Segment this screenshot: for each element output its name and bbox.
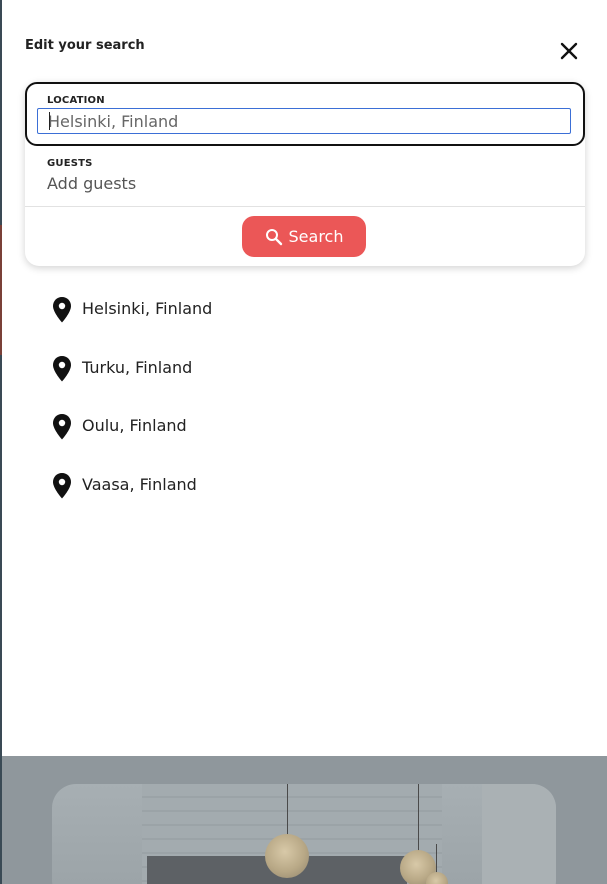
suggestion-item-helsinki[interactable]: Helsinki, Finland <box>50 296 550 355</box>
photo-cabinet <box>482 784 556 884</box>
location-pin-icon <box>50 472 74 500</box>
edit-search-drawer: Edit your search LOCATION GUESTS Add gue… <box>2 0 607 756</box>
location-field[interactable]: LOCATION <box>25 82 585 146</box>
search-icon <box>265 228 282 245</box>
search-button-label: Search <box>288 227 344 246</box>
suggestion-item-turku[interactable]: Turku, Finland <box>50 355 550 414</box>
photo-pendant-lamp <box>426 872 448 884</box>
page-overlay[interactable] <box>2 756 607 884</box>
search-button[interactable]: Search <box>242 216 366 257</box>
suggestion-label: Oulu, Finland <box>82 416 187 436</box>
suggestion-label: Turku, Finland <box>82 357 193 377</box>
close-icon <box>560 42 578 60</box>
photo-pendant-lamp <box>265 834 309 878</box>
location-pin-icon <box>50 296 74 324</box>
photo-lamp-cord <box>287 784 288 836</box>
guests-label: GUESTS <box>47 158 93 169</box>
drawer-title: Edit your search <box>25 38 145 53</box>
suggestion-item-vaasa[interactable]: Vaasa, Finland <box>50 472 550 531</box>
photo-lamp-cord <box>436 844 437 874</box>
suggestion-label: Vaasa, Finland <box>82 475 197 495</box>
location-suggestions: Helsinki, Finland Turku, Finland Oulu, F… <box>50 296 550 531</box>
guests-field[interactable]: Add guests <box>47 174 136 193</box>
suggestion-item-oulu[interactable]: Oulu, Finland <box>50 413 550 472</box>
app-frame: Edit your search LOCATION GUESTS Add gue… <box>0 0 607 884</box>
location-pin-icon <box>50 413 74 441</box>
search-form-card: LOCATION GUESTS Add guests Search <box>25 82 585 266</box>
room-photo <box>52 784 556 884</box>
close-button[interactable] <box>558 40 580 62</box>
photo-lamp-cord <box>418 784 419 852</box>
suggestion-label: Helsinki, Finland <box>82 299 213 318</box>
location-pin-icon <box>50 355 74 383</box>
location-input[interactable] <box>37 108 571 134</box>
form-divider <box>25 206 585 207</box>
text-cursor <box>49 112 50 130</box>
location-label: LOCATION <box>47 95 105 106</box>
